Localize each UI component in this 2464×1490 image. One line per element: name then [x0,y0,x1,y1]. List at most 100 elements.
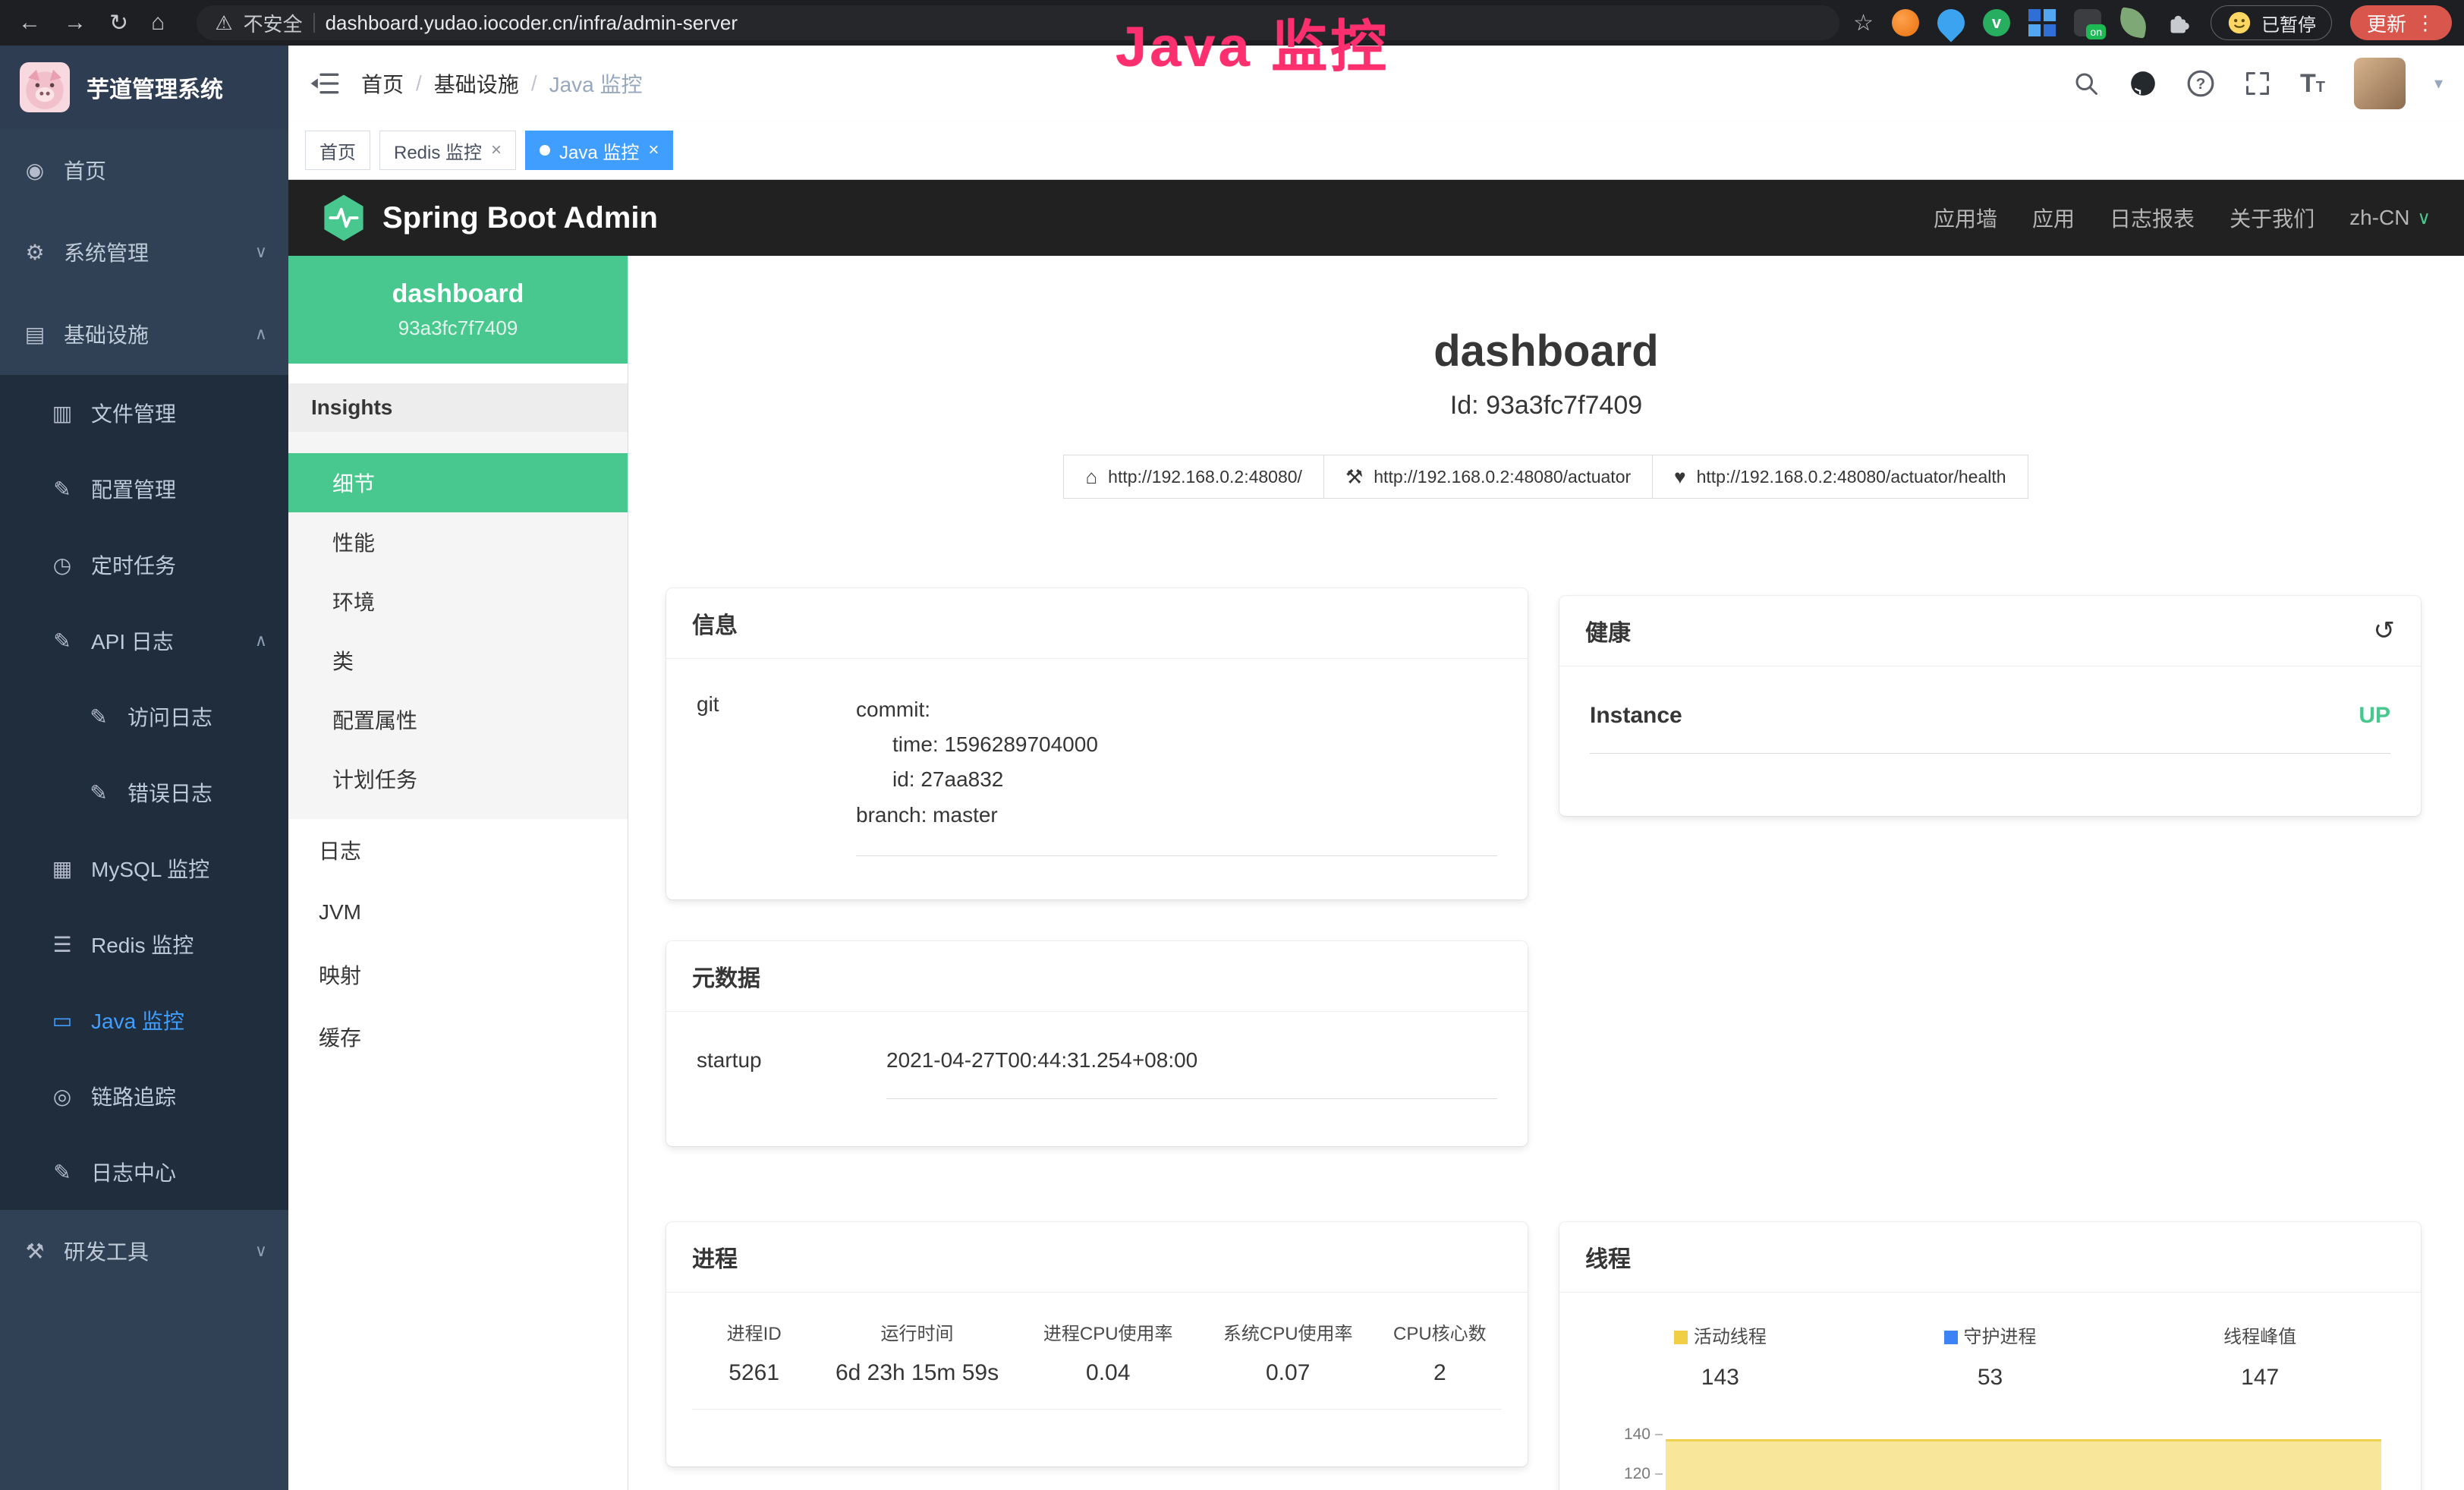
annotation-text: Java 监控 [1116,2,1389,83]
screen-icon: ▭ [49,1008,76,1033]
bookmark-star-icon[interactable]: ☆ [1853,10,1874,36]
health-status-badge: UP [2359,703,2390,729]
sidebar-item-access-log[interactable]: ✎ 访问日志 [0,679,288,754]
back-icon[interactable]: ← [18,10,41,36]
extension-icon[interactable] [1892,9,1919,36]
blue-swatch-icon [1944,1331,1958,1344]
process-col-cpu: 进程CPU使用率 0.04 [1018,1318,1198,1386]
sidebar-item-java-monitor[interactable]: ▭ Java 监控 [0,982,288,1058]
card-title: 信息 [692,606,738,640]
sidebar-item-error-log[interactable]: ✎ 错误日志 [0,754,288,830]
threads-chart-plot [1666,1416,2387,1490]
sba-nav-applications[interactable]: 应用 [2032,203,2075,233]
tab-home[interactable]: 首页 [305,131,370,170]
sidebar-item-mysql[interactable]: ▦ MySQL 监控 [0,830,288,906]
avatar-caret-icon[interactable]: ▾ [2434,74,2443,93]
sidebar-item-label: 日志中心 [91,1157,176,1187]
forward-icon[interactable]: → [64,10,87,36]
sba-item-details[interactable]: 细节 [288,453,628,512]
close-icon[interactable]: × [491,140,502,161]
font-size-icon[interactable]: TT [2300,69,2325,99]
close-icon[interactable]: × [648,140,659,161]
sidebar-item-home[interactable]: ◉ 首页 [0,129,288,211]
link-url: http://192.168.0.2:48080/actuator [1374,467,1631,487]
tab-label: Java 监控 [559,137,639,164]
extension-icon[interactable]: on [2074,9,2101,36]
log-icon: ✎ [49,628,76,654]
sidebar-item-file[interactable]: ▥ 文件管理 [0,375,288,451]
sba-item-logs[interactable]: 日志 [288,819,628,881]
sba-nav-wallboard[interactable]: 应用墙 [1934,203,1997,233]
extension-icon[interactable]: v [1983,9,2010,36]
sba-item-scheduled-tasks[interactable]: 计划任务 [288,749,628,808]
url-separator [313,13,315,33]
process-card: 进程 进程ID 5261 运行时间 6d 23h 15m 59s [666,1222,1528,1466]
col-header: 进程CPU使用率 [1024,1318,1192,1345]
sba-item-mappings[interactable]: 映射 [288,943,628,1006]
sba-header: Spring Boot Admin 应用墙 应用 日志报表 关于我们 zh-CN… [288,180,2464,256]
sba-item-config-props[interactable]: 配置属性 [288,690,628,749]
log-icon: ✎ [85,780,112,805]
menu-label: 映射 [319,959,361,990]
col-value: 2 [1384,1360,1496,1386]
sba-brand-title[interactable]: Spring Boot Admin [382,201,658,235]
tab-redis-monitor[interactable]: Redis 监控 × [379,131,516,170]
screen: ← → ↻ ⌂ ⚠ 不安全 dashboard.yudao.iocoder.cn… [0,0,2464,1490]
link-url: http://192.168.0.2:48080/ [1108,467,1302,487]
sidebar-item-config[interactable]: ✎ 配置管理 [0,451,288,527]
browser-home-icon[interactable]: ⌂ [151,10,165,36]
sidebar-item-log-center[interactable]: ✎ 日志中心 [0,1134,288,1210]
sidebar-item-infra[interactable]: ▤ 基础设施 ∧ [0,293,288,375]
kebab-menu-icon[interactable]: ⋮ [2415,11,2435,35]
sba-item-environment[interactable]: 环境 [288,572,628,631]
instance-home-link[interactable]: ⌂ http://192.168.0.2:48080/ [1063,455,1324,499]
user-avatar[interactable] [2354,58,2406,109]
breadcrumb-home[interactable]: 首页 [361,68,404,99]
sba-item-classes[interactable]: 类 [288,631,628,690]
sba-item-jvm[interactable]: JVM [288,881,628,943]
browser-nav: ← → ↻ ⌂ [0,10,183,36]
github-icon[interactable] [2129,69,2157,98]
sba-locale-select[interactable]: zh-CN ∨ [2349,206,2431,230]
health-card-header: 健康 ↺ [1559,596,2421,666]
card-title: 进程 [692,1240,738,1274]
search-icon[interactable] [2072,70,2100,97]
extensions-puzzle-icon[interactable] [2165,9,2192,36]
address-bar[interactable]: ⚠ 不安全 dashboard.yudao.iocoder.cn/infra/a… [197,5,1839,40]
extension-icon[interactable] [1932,4,1971,43]
history-icon[interactable]: ↺ [2374,616,2396,646]
sidebar-item-trace[interactable]: ◎ 链路追踪 [0,1058,288,1134]
update-button[interactable]: 更新 ⋮ [2350,5,2452,40]
card-title: 健康 [1585,614,1631,647]
sba-app-name: dashboard [392,279,524,309]
sidebar-item-system[interactable]: ⚙ 系统管理 ∨ [0,211,288,293]
sidebar-fold-icon[interactable] [310,68,340,99]
sba-app-block[interactable]: dashboard 93a3fc7f7409 [288,256,628,364]
security-label: 不安全 [244,9,303,37]
sidebar-item-label: Java 监控 [91,1005,184,1035]
legend-text: 守护进程 [1964,1327,2037,1347]
extension-icon[interactable] [2028,9,2056,36]
instance-health-link[interactable]: ♥ http://192.168.0.2:48080/actuator/heal… [1652,455,2028,499]
extension-icon[interactable] [2117,7,2149,39]
fullscreen-icon[interactable] [2244,70,2271,97]
instance-actuator-link[interactable]: ⚒ http://192.168.0.2:48080/actuator [1323,455,1653,499]
sidebar-item-cron[interactable]: ◷ 定时任务 [0,527,288,603]
reload-icon[interactable]: ↻ [109,10,128,36]
help-icon[interactable]: ? [2186,69,2215,98]
sidebar-item-redis[interactable]: ☰ Redis 监控 [0,906,288,982]
col-header: 进程ID [698,1318,810,1345]
tab-java-monitor[interactable]: Java 监控 × [525,131,673,170]
sba-item-metrics[interactable]: 性能 [288,512,628,572]
legend-label: 线程峰值 [2125,1321,2395,1348]
profile-paused-badge[interactable]: 已暂停 [2211,5,2332,40]
sidebar-item-api-log[interactable]: ✎ API 日志 ∧ [0,603,288,679]
logo-avatar [20,62,70,112]
sidebar-item-devtools[interactable]: ⚒ 研发工具 ∨ [0,1210,288,1292]
sba-nav-journal[interactable]: 日志报表 [2110,203,2195,233]
sba-nav-about[interactable]: 关于我们 [2230,203,2315,233]
breadcrumb-infra[interactable]: 基础设施 [434,68,519,99]
col-value: 6d 23h 15m 59s [822,1360,1012,1386]
menu-label: 细节 [332,468,375,498]
sba-item-caches[interactable]: 缓存 [288,1006,628,1068]
